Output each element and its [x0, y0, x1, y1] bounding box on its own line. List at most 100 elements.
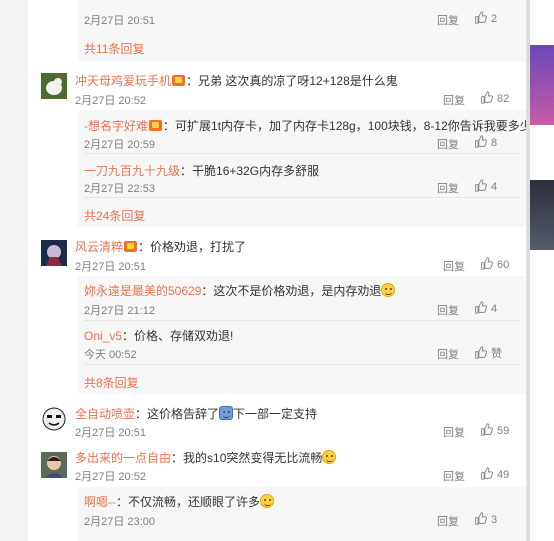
comment-text: 这价格告辞了	[147, 407, 220, 421]
reply-line: -想名字好难 ：可扩展1t内存卡，加了内存卡128g，100块钱，8-12你告诉我…	[84, 117, 526, 134]
reply-button[interactable]: 回复	[437, 12, 459, 28]
like-count: 4	[491, 303, 498, 315]
thumbs-up-icon	[475, 11, 487, 24]
anime-avatar-icon	[41, 240, 67, 266]
comment-text: 兄弟 这次真的凉了呀12+128是什么鬼	[198, 74, 398, 88]
reply-time: 2月27日 22:53	[84, 183, 155, 195]
comment-line: 全自动喷壶：这价格告辞了 下一部一定支持	[75, 406, 318, 421]
more-replies-link[interactable]: 共24条回复	[84, 207, 145, 224]
reply-line: 妳永遠是最美的50629：这次不是价格劝退，是内存劝退	[84, 282, 396, 299]
weibo-comments-page: 2月27日 20:51 回复 2 共11条回复 冲天母鸡爱玩手机 ：兄弟 这次真的…	[0, 0, 554, 541]
divider	[84, 153, 520, 154]
thumbs-up-icon	[475, 512, 487, 525]
like-button[interactable]: 82	[480, 91, 509, 105]
vip-badge-icon	[124, 241, 138, 252]
reply-button[interactable]: 回复	[437, 302, 459, 318]
reply-time: 今天 00:52	[84, 349, 137, 361]
side-ad-panel	[526, 0, 554, 541]
comment-time: 2月27日 20:51	[75, 261, 146, 273]
like-count: 60	[497, 259, 510, 271]
like-button[interactable]: 2	[474, 11, 497, 25]
like-count: 4	[491, 181, 498, 193]
like-button[interactable]: 59	[480, 423, 509, 437]
comment-list: 2月27日 20:51 回复 2 共11条回复 冲天母鸡爱玩手机 ：兄弟 这次真的…	[28, 0, 526, 541]
reply-box: 啊嗯--：不仅流畅，还顺眼了许多 2月27日 23:00 回复 3	[78, 487, 526, 541]
like-count: 赞	[491, 348, 502, 360]
reply-button[interactable]: 回复	[437, 136, 459, 152]
person-avatar-icon	[41, 452, 67, 478]
reply-button[interactable]: 回复	[437, 180, 459, 196]
thumbs-up-icon	[481, 257, 493, 270]
thumbs-up-icon	[475, 301, 487, 314]
reply-time: 2月27日 20:51	[84, 15, 155, 27]
reply-time: 2月27日 23:00	[84, 516, 155, 528]
avatar[interactable]	[41, 452, 67, 478]
avatar[interactable]	[41, 406, 67, 432]
reply-username[interactable]: -想名字好难	[84, 119, 148, 133]
smirk-emoji-icon	[322, 450, 337, 464]
ad-image[interactable]	[530, 180, 554, 250]
comment-username[interactable]: 风云清粹	[75, 240, 123, 254]
thinking-emoji-icon	[381, 283, 396, 297]
reply-line: 一刀九百九十九级：干脆16+32G内存多舒服	[84, 164, 320, 178]
reply-button[interactable]: 回复	[443, 424, 465, 440]
like-count: 82	[497, 93, 510, 105]
comment-time: 2月27日 20:52	[75, 95, 146, 107]
like-count: 2	[491, 13, 498, 25]
ad-image[interactable]	[530, 45, 554, 125]
reply-username[interactable]: 啊嗯--	[84, 495, 116, 509]
divider	[84, 320, 520, 321]
chicken-avatar-icon	[41, 73, 67, 99]
like-button[interactable]: 4	[474, 301, 497, 315]
reply-username[interactable]: Oni_v5	[84, 329, 122, 343]
divider	[84, 364, 520, 365]
reply-button[interactable]: 回复	[443, 92, 465, 108]
reply-box: -想名字好难 ：可扩展1t内存卡，加了内存卡128g，100块钱，8-12你告诉我…	[78, 110, 526, 227]
thumbs-up-icon	[481, 467, 493, 480]
comment-line: 多出来的一点自由：我的s10突然变得无比流畅	[75, 449, 337, 466]
like-count: 49	[497, 469, 510, 481]
like-button[interactable]: 赞	[474, 345, 502, 361]
reply-text: 不仅流畅，还顺眼了许多	[128, 495, 261, 509]
like-count: 8	[491, 137, 498, 149]
more-replies-link[interactable]: 共11条回复	[84, 40, 144, 57]
thumbs-up-icon	[475, 179, 487, 192]
avatar[interactable]	[41, 73, 67, 99]
reply-button[interactable]: 回复	[437, 513, 459, 529]
reply-time: 2月27日 20:59	[84, 139, 155, 151]
like-button[interactable]: 8	[474, 135, 497, 149]
like-button[interactable]: 49	[480, 467, 509, 481]
comment-line: 风云清粹 ：价格劝退，打扰了	[75, 240, 247, 254]
reply-text: 可扩展1t内存卡，加了内存卡128g，100块钱，8-12你告诉我要多少钱	[175, 119, 526, 133]
comment-line: 冲天母鸡爱玩手机 ：兄弟 这次真的凉了呀12+128是什么鬼	[75, 74, 398, 88]
like-button[interactable]: 60	[480, 257, 509, 271]
comment-text: 价格劝退，打扰了	[150, 240, 247, 254]
divider	[84, 197, 520, 198]
comment-time: 2月27日 20:52	[75, 471, 146, 483]
reply-text: 干脆16+32G内存多舒服	[192, 164, 320, 178]
meme-face-avatar-icon	[41, 406, 67, 432]
reply-username[interactable]: 妳永遠是最美的50629	[84, 284, 201, 298]
like-count: 3	[491, 514, 498, 526]
comment-time: 2月27日 20:51	[75, 427, 146, 439]
reply-button[interactable]: 回复	[443, 468, 465, 484]
like-button[interactable]: 3	[474, 512, 497, 526]
like-count: 59	[497, 425, 510, 437]
comment-username[interactable]: 多出来的一点自由	[75, 451, 171, 465]
thumbs-up-icon	[481, 91, 493, 104]
reply-box: 妳永遠是最美的50629：这次不是价格劝退，是内存劝退 2月27日 21:12 …	[78, 276, 526, 394]
reply-text: 这次不是价格劝退，是内存劝退	[213, 284, 382, 298]
like-button[interactable]: 4	[474, 179, 497, 193]
reply-button[interactable]: 回复	[443, 258, 465, 274]
comment-text-continued: 下一部一定支持	[233, 407, 318, 421]
thumbs-up-icon	[475, 135, 487, 148]
reply-username[interactable]: 一刀九百九十九级	[84, 164, 180, 178]
comment-username[interactable]: 全自动喷壶	[75, 407, 135, 421]
bow-emoji-icon	[219, 406, 234, 420]
reply-line: 啊嗯--：不仅流畅，还顺眼了许多	[84, 493, 275, 510]
reply-button[interactable]: 回复	[437, 346, 459, 362]
comment-text: 我的s10突然变得无比流畅	[183, 451, 323, 465]
comment-username[interactable]: 冲天母鸡爱玩手机	[75, 74, 171, 88]
avatar[interactable]	[41, 240, 67, 266]
more-replies-link[interactable]: 共8条回复	[84, 374, 139, 391]
